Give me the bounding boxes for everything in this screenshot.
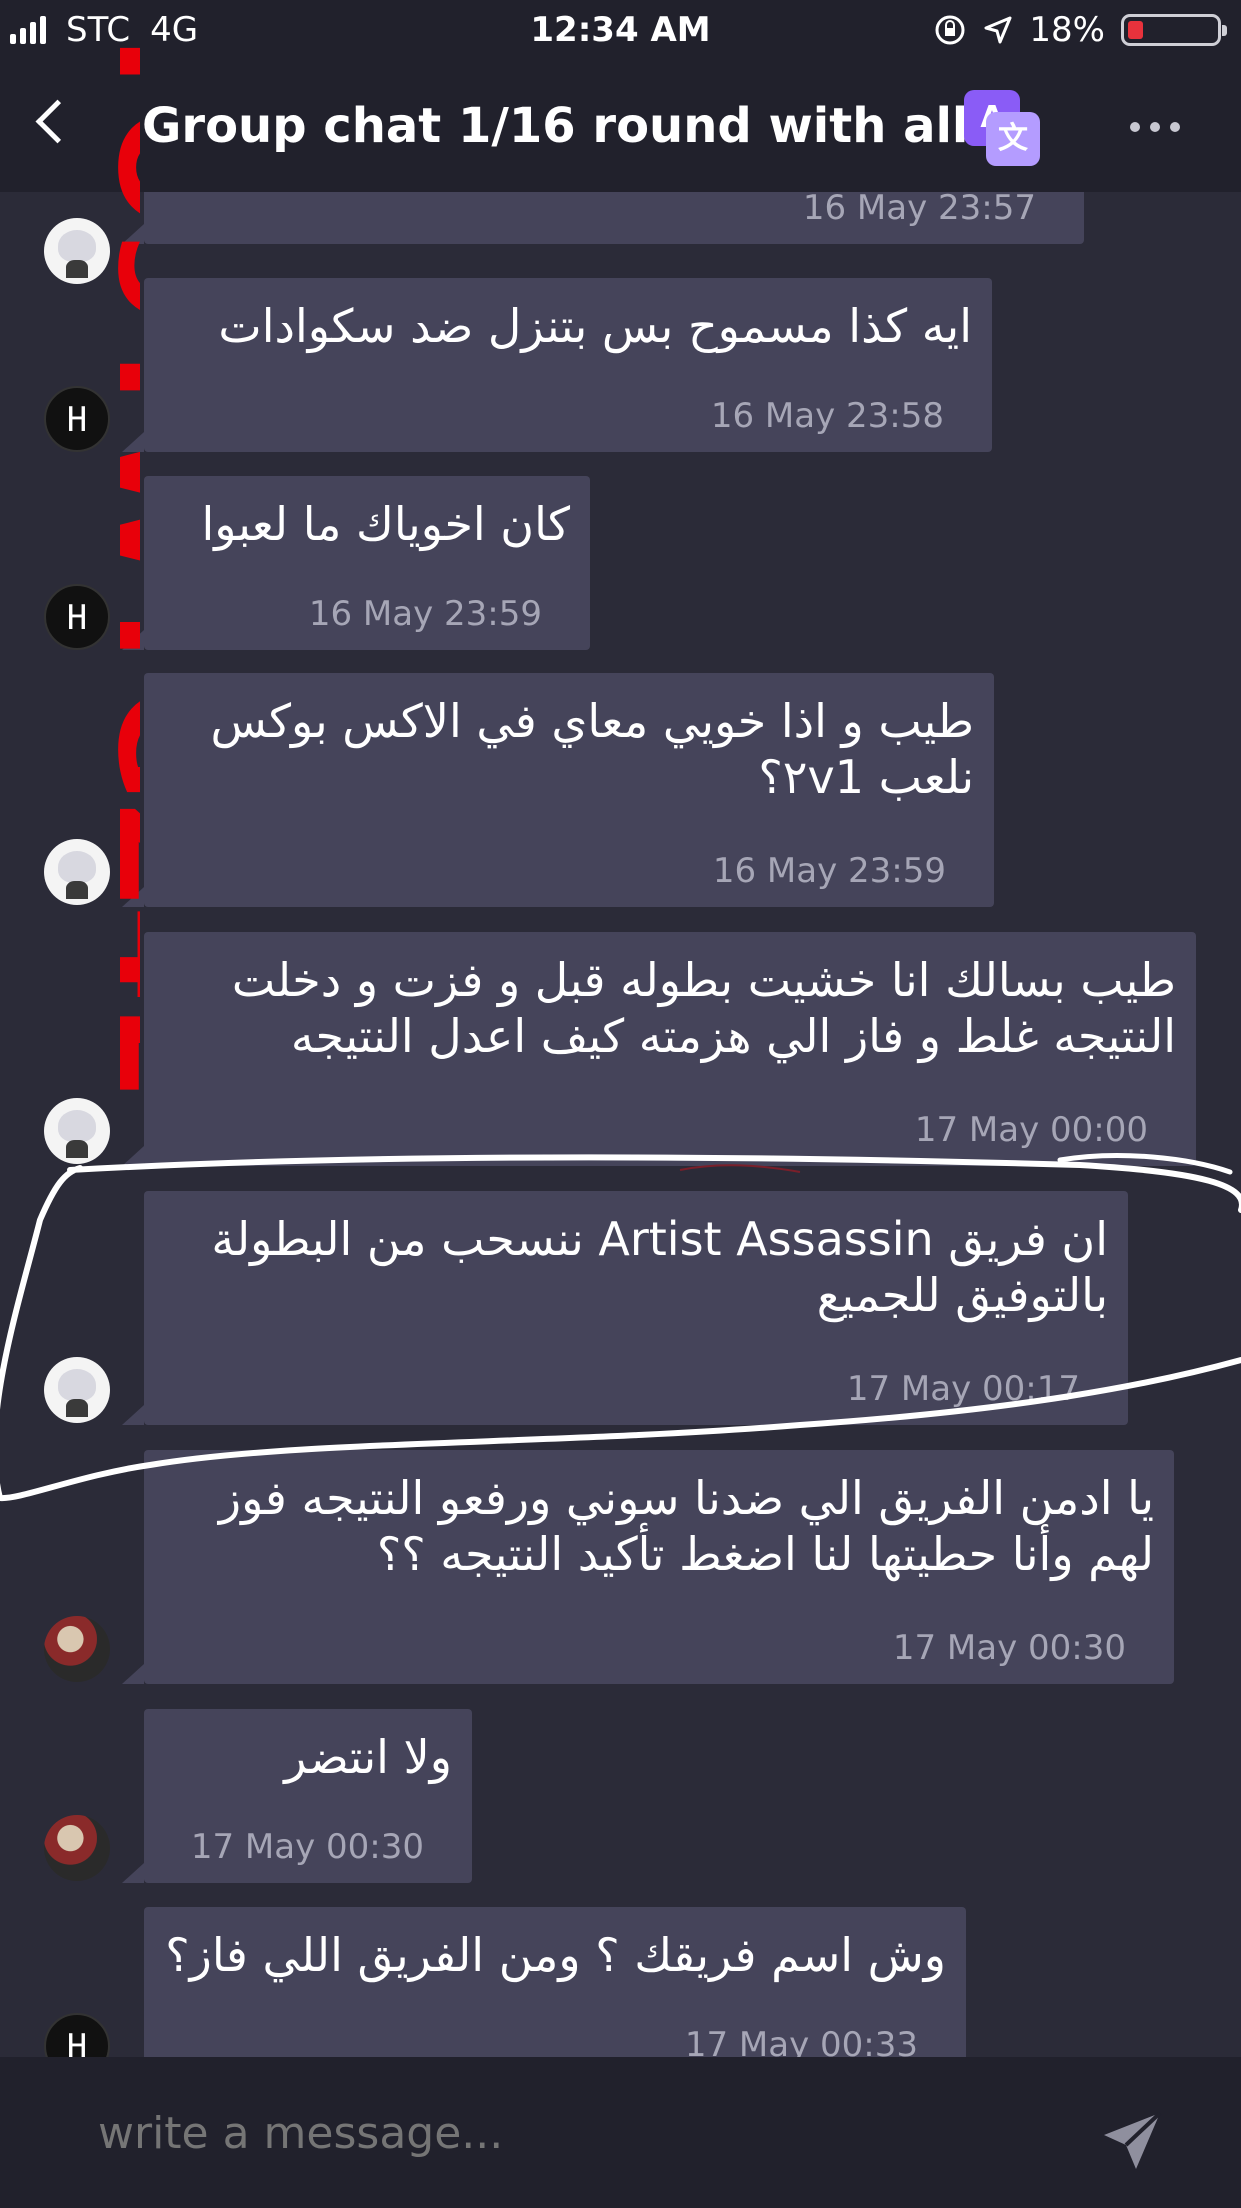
send-icon[interactable] — [1100, 2109, 1164, 2173]
avatar[interactable] — [44, 1098, 110, 1164]
message-time: 16 May 23:59 — [712, 851, 946, 891]
avatar[interactable] — [44, 839, 110, 905]
message-bubble[interactable]: 16 May 23:57 — [122, 192, 1084, 244]
message-text: ولا انتضر — [284, 1730, 452, 1784]
status-right: 18% — [933, 10, 1227, 50]
message-time: 16 May 23:59 — [308, 594, 542, 634]
message-bubble[interactable]: طيب بسالك انا خشيت بطوله قبل و فزت و دخل… — [122, 932, 1196, 1166]
message-text: طيب بسالك انا خشيت بطوله قبل و فزت و دخل… — [231, 953, 1176, 1063]
message-list[interactable]: 16 May 23:57 H ايه كذا مسموح بس بتنزل ضد… — [0, 192, 1241, 2057]
message-bubble[interactable]: طيب و اذا خويي معاي في الاكس بوكس نلعب ٢… — [122, 673, 994, 907]
message-time: 17 May 00:00 — [914, 1110, 1148, 1150]
message-bubble[interactable]: يا ادمن الفريق الي ضدنا سوني ورفعو النتي… — [122, 1450, 1174, 1684]
message-bubble[interactable]: ان فريق Artist Assassin ننسحب من البطولة… — [122, 1191, 1128, 1425]
avatar[interactable] — [44, 1616, 110, 1682]
translate-button[interactable]: A 文 — [964, 90, 1040, 166]
message-text: يا ادمن الفريق الي ضدنا سوني ورفعو النتي… — [218, 1471, 1154, 1581]
rotation-lock-icon — [935, 15, 965, 45]
message-text: كان اخوياك ما لعبوا — [201, 497, 570, 551]
chat-header: Group chat 1/16 round with all... A 文 — [0, 62, 1241, 192]
translate-icon-b: 文 — [986, 112, 1040, 166]
message-time: 17 May 00:30 — [892, 1628, 1126, 1668]
more-options-icon[interactable] — [1130, 122, 1180, 132]
message-input[interactable] — [96, 2107, 1000, 2160]
message-bubble[interactable]: كان اخوياك ما لعبوا 16 May 23:59 — [122, 476, 590, 650]
avatar[interactable]: H — [44, 386, 110, 452]
message-time: 17 May 00:30 — [190, 1827, 424, 1867]
message-time: 16 May 23:58 — [710, 396, 944, 436]
message-time: 17 May 00:33 — [684, 2025, 918, 2057]
message-bubble[interactable]: ولا انتضر 17 May 00:30 — [122, 1709, 472, 1883]
back-arrow-icon[interactable] — [35, 99, 80, 144]
message-time: 17 May 00:17 — [846, 1369, 1080, 1409]
battery-percent: 18% — [1029, 10, 1105, 50]
message-text: وش اسم فريقك ؟ ومن الفريق اللي فاز؟ — [165, 1928, 946, 1982]
message-time: 16 May 23:57 — [802, 192, 1036, 228]
message-bubble[interactable]: وش اسم فريقك ؟ ومن الفريق اللي فاز؟ 17 M… — [144, 1907, 966, 2057]
avatar[interactable] — [44, 218, 110, 284]
message-text: ايه كذا مسموح بس بتنزل ضد سكوادات — [218, 299, 972, 353]
message-text: ان فريق Artist Assassin ننسحب من البطولة… — [211, 1212, 1108, 1322]
avatar[interactable] — [44, 1357, 110, 1423]
message-text: طيب و اذا خويي معاي في الاكس بوكس نلعب ٢… — [210, 694, 974, 804]
battery-icon — [1121, 14, 1227, 46]
battery-fill — [1128, 21, 1143, 39]
avatar[interactable] — [44, 1815, 110, 1881]
chat-title[interactable]: Group chat 1/16 round with all... — [142, 98, 1023, 154]
location-icon — [984, 16, 1012, 44]
status-bar: STC 4G 12:34 AM 18% — [0, 0, 1241, 62]
message-bubble[interactable]: ايه كذا مسموح بس بتنزل ضد سكوادات 16 May… — [122, 278, 992, 452]
avatar[interactable]: H — [44, 2013, 110, 2057]
avatar[interactable]: H — [44, 584, 110, 650]
compose-bar — [0, 2057, 1241, 2208]
